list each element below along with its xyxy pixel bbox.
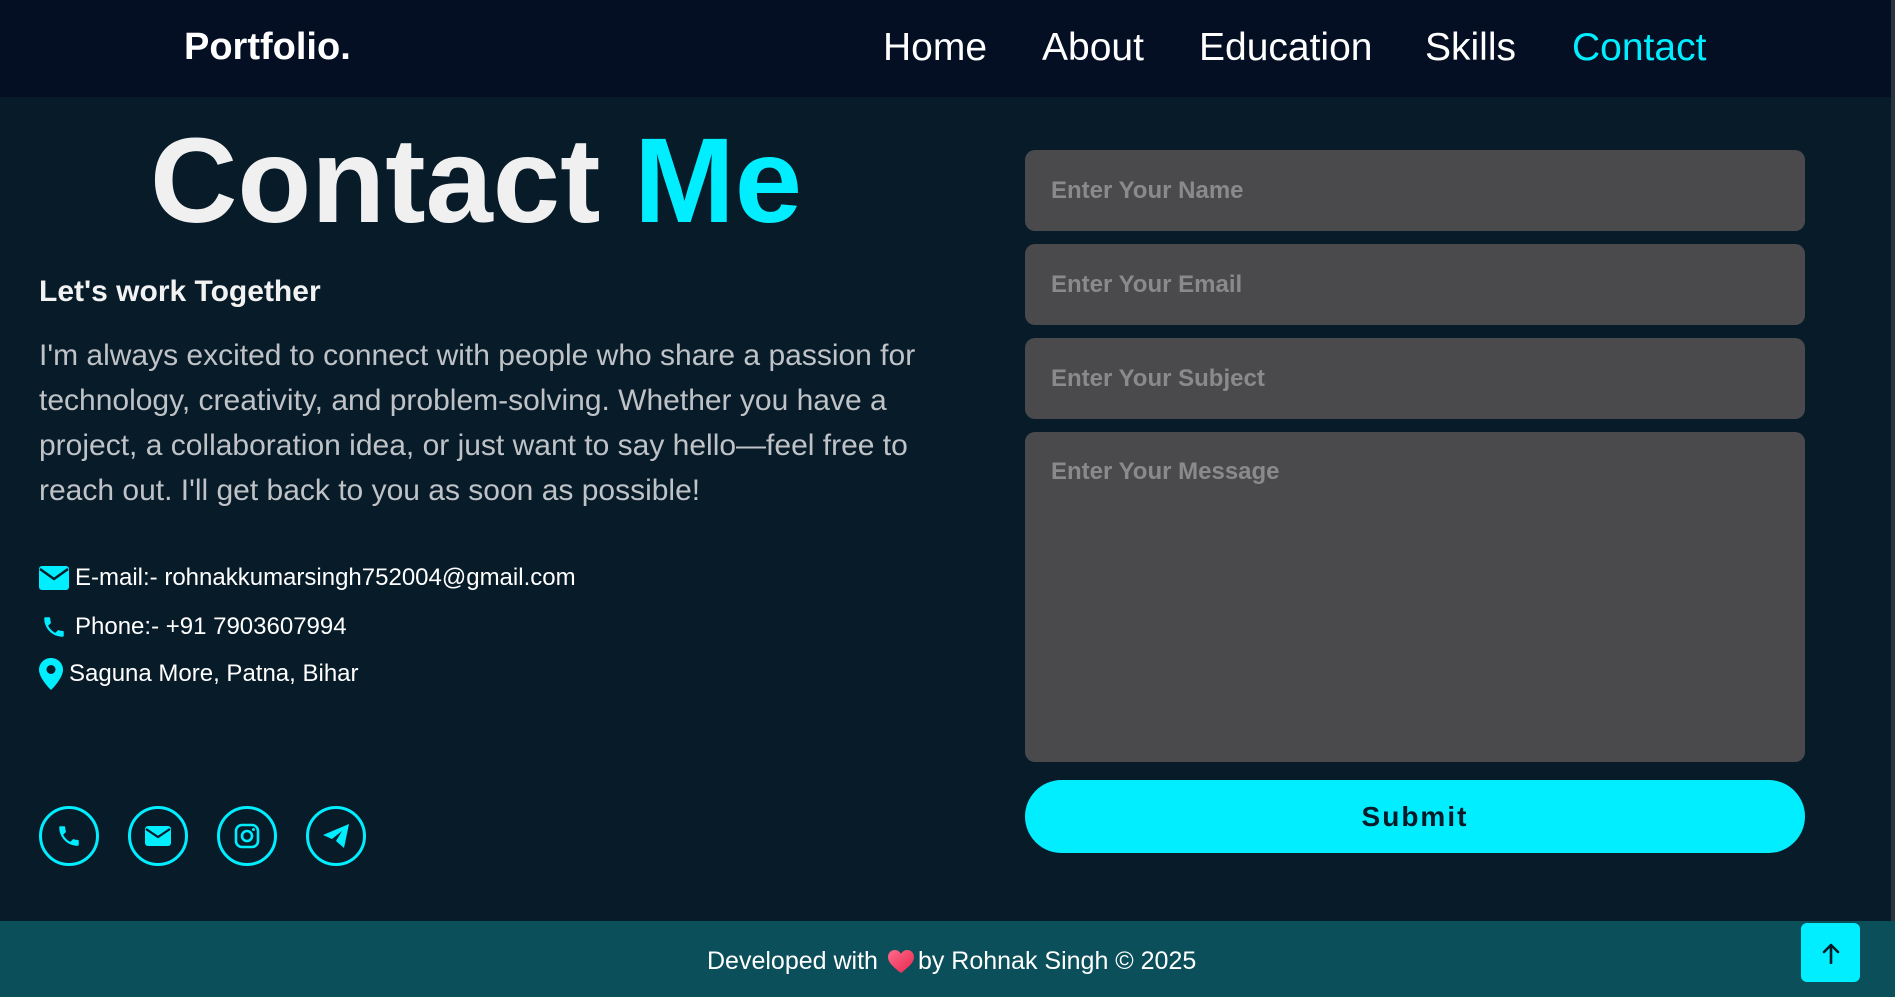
location-info: Saguna More, Patna, Bihar: [39, 656, 359, 692]
site-header: Portfolio. Home About Education Skills C…: [0, 0, 1895, 97]
phone-text: Phone:- +91 7903607994: [75, 613, 347, 640]
social-telegram-button[interactable]: [306, 806, 366, 866]
phone-icon: [59, 826, 79, 846]
site-logo[interactable]: Portfolio.: [184, 26, 351, 69]
social-instagram-button[interactable]: [217, 806, 277, 866]
arrow-up-icon: [1822, 943, 1839, 964]
social-phone-button[interactable]: [39, 806, 99, 866]
scroll-to-top-button[interactable]: [1801, 923, 1860, 982]
submit-button[interactable]: Submit: [1025, 780, 1805, 853]
phone-icon: [44, 617, 64, 637]
envelope-icon: [39, 566, 69, 590]
location-text: Saguna More, Patna, Bihar: [69, 660, 359, 687]
page-scrollbar[interactable]: [1891, 0, 1895, 997]
title-word-me: Me: [634, 112, 803, 248]
site-footer: Developed with by Rohnak Singh © 2025: [0, 921, 1895, 997]
contact-subheading: Let's work Together: [39, 275, 321, 308]
title-word-contact: Contact: [150, 112, 601, 248]
phone-info: Phone:- +91 7903607994: [39, 609, 347, 645]
telegram-icon: [323, 824, 349, 848]
contact-paragraph: I'm always excited to connect with peopl…: [39, 339, 916, 507]
subject-field[interactable]: [1025, 338, 1805, 419]
message-field[interactable]: [1025, 432, 1805, 762]
email-info: E-mail:- rohnakkumarsingh752004@gmail.co…: [39, 560, 576, 596]
contact-title: Contact Me: [150, 110, 802, 250]
email-text: E-mail:- rohnakkumarsingh752004@gmail.co…: [75, 564, 576, 591]
social-mail-button[interactable]: [128, 806, 188, 866]
nav-education[interactable]: Education: [1199, 26, 1372, 70]
footer-credit: Developed with by Rohnak Singh © 2025: [707, 947, 1196, 976]
instagram-icon: [234, 823, 260, 849]
name-field[interactable]: [1025, 150, 1805, 231]
nav-skills[interactable]: Skills: [1425, 26, 1516, 70]
nav-about[interactable]: About: [1042, 26, 1144, 70]
footer-text-after: by Rohnak Singh © 2025: [917, 947, 1197, 975]
email-field[interactable]: [1025, 244, 1805, 325]
heart-icon: [887, 949, 914, 974]
nav-home[interactable]: Home: [883, 26, 987, 70]
footer-text-before: Developed with: [707, 947, 878, 975]
location-pin-icon: [39, 658, 63, 690]
nav-contact[interactable]: Contact: [1572, 26, 1706, 70]
mail-icon: [145, 826, 171, 846]
